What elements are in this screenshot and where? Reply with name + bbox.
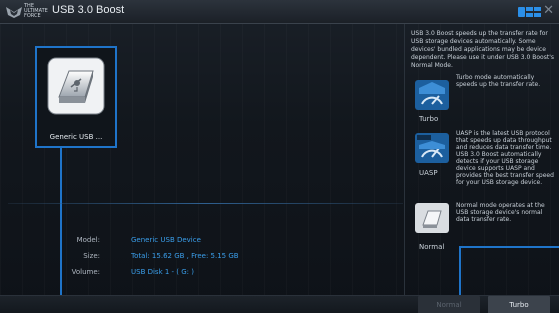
normal-drive-icon[interactable] bbox=[415, 203, 449, 233]
model-label: Model: bbox=[76, 236, 100, 244]
device-card[interactable]: Generic USB ... bbox=[35, 46, 117, 148]
size-value: Total: 15.62 GB , Free: 5.15 GB bbox=[131, 252, 239, 260]
bottom-bar: Normal Turbo bbox=[0, 295, 559, 313]
uasp-speedometer-icon[interactable] bbox=[415, 133, 449, 163]
mode-connector-line-top bbox=[459, 246, 559, 248]
device-connector-line bbox=[60, 148, 62, 313]
normal-mode-button[interactable]: Normal bbox=[418, 296, 480, 313]
section-divider bbox=[8, 203, 403, 204]
title-bar: THE ULTIMATE FORCE USB 3.0 Boost ✕ bbox=[0, 0, 559, 24]
uasp-mode-label: UASP bbox=[419, 169, 438, 177]
turbo-mode-description: Turbo mode automatically speeds up the t… bbox=[456, 74, 541, 88]
logo-text: THE ULTIMATE FORCE bbox=[24, 3, 48, 19]
switch-view-icon[interactable] bbox=[518, 6, 542, 18]
volume-label: Volume: bbox=[71, 268, 100, 276]
turbo-mode-label: Turbo bbox=[419, 115, 439, 123]
intro-text: USB 3.0 Boost speeds up the transfer rat… bbox=[411, 30, 554, 69]
device-name: Generic USB ... bbox=[49, 133, 103, 141]
size-label: Size: bbox=[83, 252, 100, 260]
usb-drive-icon bbox=[47, 57, 105, 115]
model-value: Generic USB Device bbox=[131, 236, 201, 244]
normal-mode-label: Normal bbox=[419, 243, 445, 251]
app-title: USB 3.0 Boost bbox=[52, 4, 125, 16]
mode-connector-line bbox=[459, 246, 461, 295]
normal-mode-description: Normal mode operates at the USB storage … bbox=[456, 202, 545, 223]
mode-panel: USB 3.0 Boost speeds up the transfer rat… bbox=[404, 24, 559, 295]
close-button[interactable]: ✕ bbox=[543, 3, 554, 19]
volume-value: USB Disk 1 - ( G: ) bbox=[131, 268, 194, 276]
uasp-mode-description: UASP is the latest USB protocol that spe… bbox=[456, 130, 554, 186]
turbo-mode-button[interactable]: Turbo bbox=[488, 296, 550, 313]
turbo-speedometer-icon[interactable] bbox=[415, 80, 449, 110]
app-window: THE ULTIMATE FORCE USB 3.0 Boost ✕ Gener… bbox=[0, 0, 559, 313]
